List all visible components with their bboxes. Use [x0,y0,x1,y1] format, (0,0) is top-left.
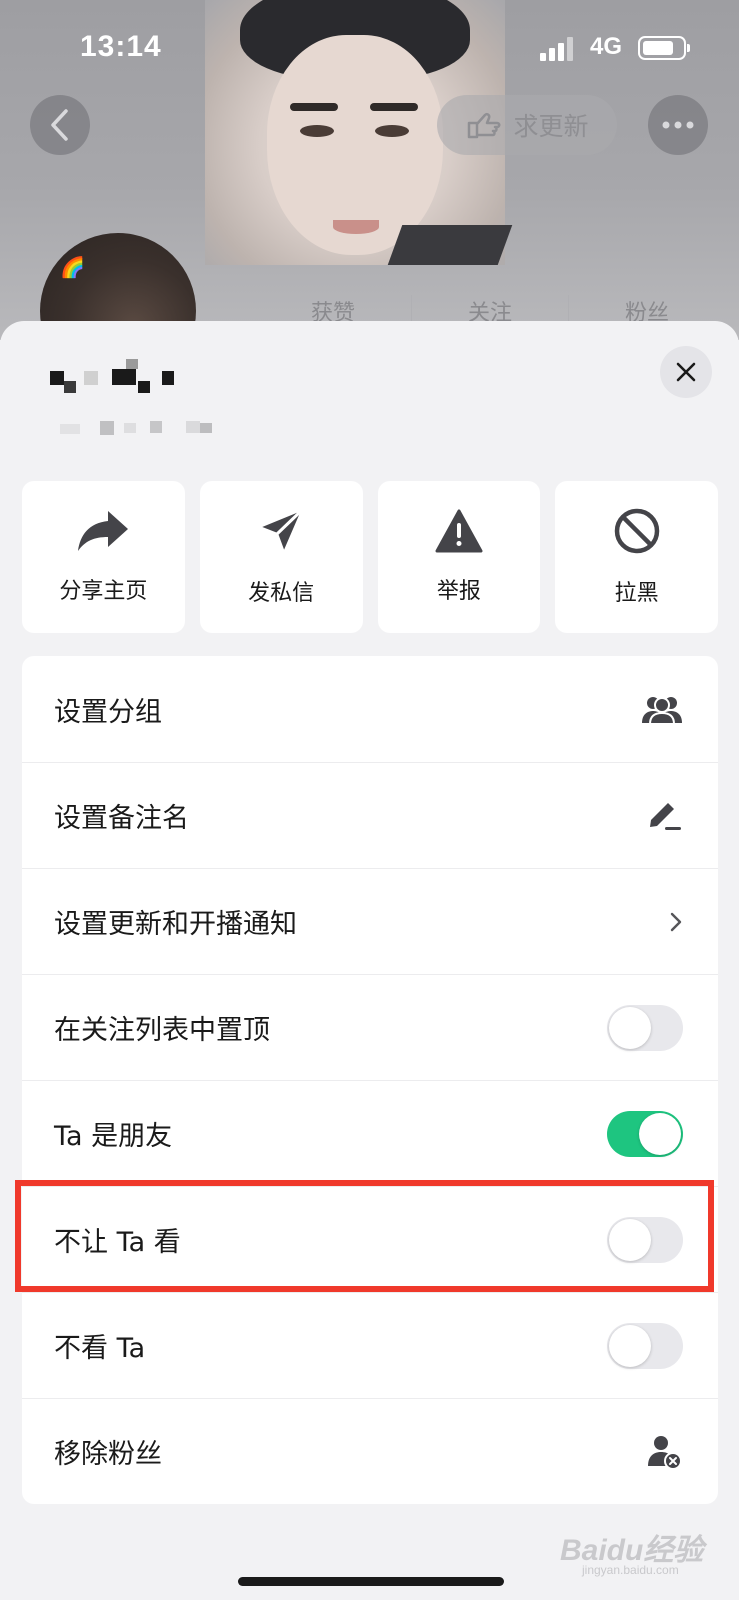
close-button[interactable] [660,346,712,398]
menu-item-remove-follower[interactable]: 移除粉丝 [22,1398,718,1504]
group-icon [642,697,682,725]
chevron-left-icon [51,109,68,141]
menu-label: 在关注列表中置顶 [54,1015,270,1046]
menu-item-is-friend[interactable]: Ta 是朋友 [22,1080,718,1186]
profile-header-background: 13:14 4G 求更新 🌈 获赞 关注 粉丝 [0,0,739,340]
block-button[interactable]: 拉黑 [555,481,718,633]
battery-icon [638,36,690,60]
menu-item-dont-see-them[interactable]: 不看 Ta [22,1292,718,1398]
network-type: 4G [590,33,623,60]
back-button[interactable] [30,95,90,155]
edit-icon [650,802,681,830]
send-message-button[interactable]: 发私信 [199,481,363,633]
menu-label: 移除粉丝 [54,1439,162,1470]
settings-menu: 设置分组 设置备注名 设置更新和开播通知 在关注列表中置顶 Ta 是朋友 不让 … [22,656,718,1504]
dont-see-them-toggle[interactable] [607,1322,683,1369]
report-label: 举报 [436,579,481,604]
send-message-label: 发私信 [248,581,315,606]
close-icon [676,362,696,382]
menu-label: Ta 是朋友 [54,1121,173,1152]
warning-icon [435,509,483,553]
status-bar: 13:14 4G [0,0,739,100]
remove-user-icon [648,1435,682,1470]
menu-item-update-notifications[interactable]: 设置更新和开播通知 [22,868,718,974]
pin-to-top-toggle[interactable] [607,1004,683,1051]
menu-label: 设置更新和开播通知 [54,909,297,940]
rainbow-icon: 🌈 [60,255,85,279]
chevron-right-icon [670,912,682,931]
menu-item-set-group[interactable]: 设置分组 [22,656,718,762]
quick-actions: 分享主页 发私信 举报 拉黑 [22,481,718,633]
share-profile-label: 分享主页 [59,579,148,604]
block-label: 拉黑 [614,581,659,606]
share-icon [78,511,129,551]
home-indicator[interactable] [238,1577,504,1586]
send-icon [257,507,305,555]
menu-item-pin-to-top[interactable]: 在关注列表中置顶 [22,974,718,1080]
menu-label: 设置备注名 [54,803,189,834]
more-dots-icon [662,121,694,129]
more-button[interactable] [648,95,708,155]
hand-point-icon [468,112,501,139]
menu-label: 不看 Ta [54,1333,146,1364]
is-friend-toggle[interactable] [607,1110,683,1157]
request-update-label: 求更新 [513,112,589,141]
request-update-button[interactable]: 求更新 [437,95,617,155]
report-button[interactable]: 举报 [377,481,541,633]
profile-actions-sheet: 分享主页 发私信 举报 拉黑 设置分组 设置备注名 设置更新和开播通知 在关注列… [0,321,739,1600]
signal-icon [540,37,580,61]
share-profile-button[interactable]: 分享主页 [22,481,185,633]
menu-label: 设置分组 [54,696,162,728]
watermark-logo: Baidu经验 jingyan.baidu.com [560,1525,703,1577]
block-icon [614,508,659,554]
menu-item-set-remark[interactable]: 设置备注名 [22,762,718,868]
status-time: 13:14 [80,30,162,63]
highlight-box [15,1180,714,1292]
